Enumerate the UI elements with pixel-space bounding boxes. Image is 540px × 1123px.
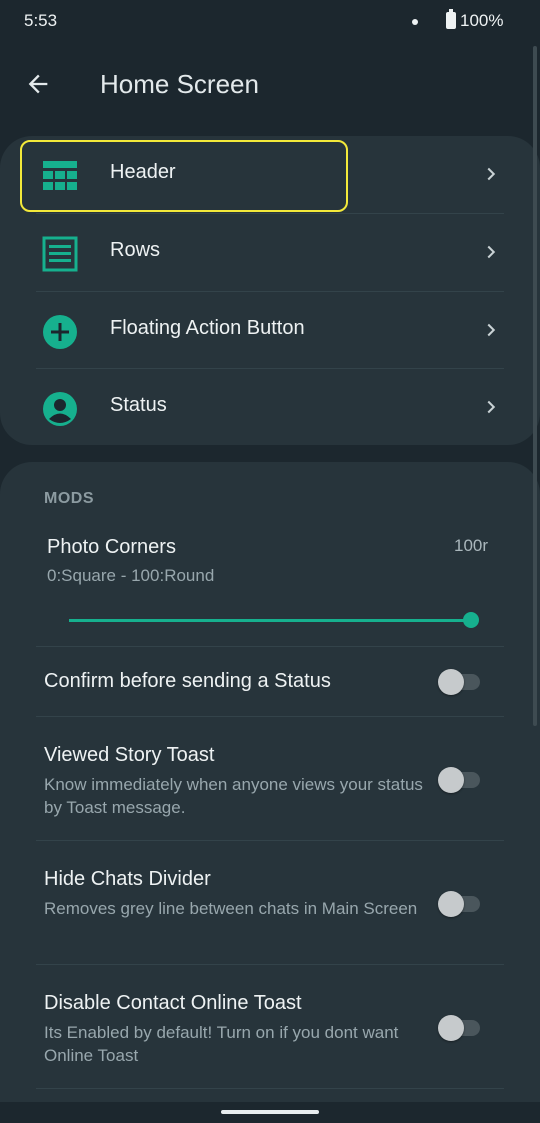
divider: [36, 1088, 504, 1089]
mods-card: MODS Photo Corners 100r 0:Square - 100:R…: [0, 462, 540, 1102]
switch-thumb: [438, 669, 464, 695]
switch-thumb: [438, 891, 464, 917]
switch-thumb: [438, 1015, 464, 1041]
navigation-bar: [0, 1102, 540, 1123]
home-gesture-handle[interactable]: [221, 1110, 319, 1114]
preference-title: Confirm before sending a Status: [44, 670, 331, 692]
preference-title: Disable Contact Online Toast: [44, 992, 302, 1014]
menu-item-label: Status: [110, 394, 167, 416]
arrow-back-icon: [28, 74, 48, 94]
preference-summary: 0:Square - 100:Round: [47, 566, 215, 585]
menu-item-label: Rows: [110, 239, 161, 261]
confirm-status-switch[interactable]: [438, 667, 482, 695]
menu-item-status[interactable]: Status: [0, 369, 540, 446]
menu-item-floating-action-button[interactable]: Floating Action Button: [0, 292, 540, 369]
preference-value: 100r: [454, 536, 489, 555]
add-circle-icon: [42, 314, 78, 350]
switch-thumb: [438, 767, 464, 793]
pref-hide-chats-divider[interactable]: Hide Chats Divider Removes grey line bet…: [0, 841, 540, 963]
menu-item-label: Floating Action Button: [110, 317, 305, 339]
preference-summary: Know immediately when anyone views your …: [44, 775, 423, 817]
pref-disable-contact-online-toast[interactable]: Disable Contact Online Toast Its Enabled…: [0, 965, 540, 1087]
preference-title: Hide Chats Divider: [44, 868, 211, 890]
chevron-right-icon: [487, 400, 496, 414]
pref-viewed-story-toast[interactable]: Viewed Story Toast Know immediately when…: [0, 717, 540, 839]
photo-corners-slider-track[interactable]: [69, 619, 471, 622]
battery-icon: [446, 9, 456, 29]
account-circle-icon: [42, 391, 78, 427]
selection-highlight: [20, 140, 348, 212]
viewed-story-toast-switch[interactable]: [438, 765, 482, 793]
pref-confirm-status[interactable]: Confirm before sending a Status: [0, 647, 540, 717]
chevron-right-icon: [487, 323, 496, 337]
app-bar: Home Screen: [0, 44, 540, 124]
status-time: 5:53: [24, 11, 58, 30]
page-title: Home Screen: [100, 69, 259, 99]
preference-summary: Removes grey line between chats in Main …: [44, 899, 418, 918]
menu-item-rows[interactable]: Rows: [0, 214, 540, 291]
preference-title: Photo Corners: [47, 536, 176, 558]
scrollbar[interactable]: [533, 46, 537, 726]
chevron-right-icon: [487, 167, 496, 181]
hide-chats-divider-switch[interactable]: [438, 889, 482, 917]
rows-icon: [42, 236, 78, 272]
battery-percentage: 100%: [460, 11, 504, 30]
disable-contact-online-toast-switch[interactable]: [438, 1013, 482, 1041]
back-button[interactable]: [18, 64, 58, 104]
preference-summary: Its Enabled by default! Turn on if you d…: [44, 1023, 399, 1065]
status-bar: 5:53 100%: [0, 0, 540, 44]
photo-corners-slider-thumb[interactable]: [463, 612, 479, 628]
section-header: MODS: [44, 490, 94, 507]
chevron-right-icon: [487, 245, 496, 259]
notification-dot-icon: [412, 19, 418, 25]
preference-title: Viewed Story Toast: [44, 744, 215, 766]
